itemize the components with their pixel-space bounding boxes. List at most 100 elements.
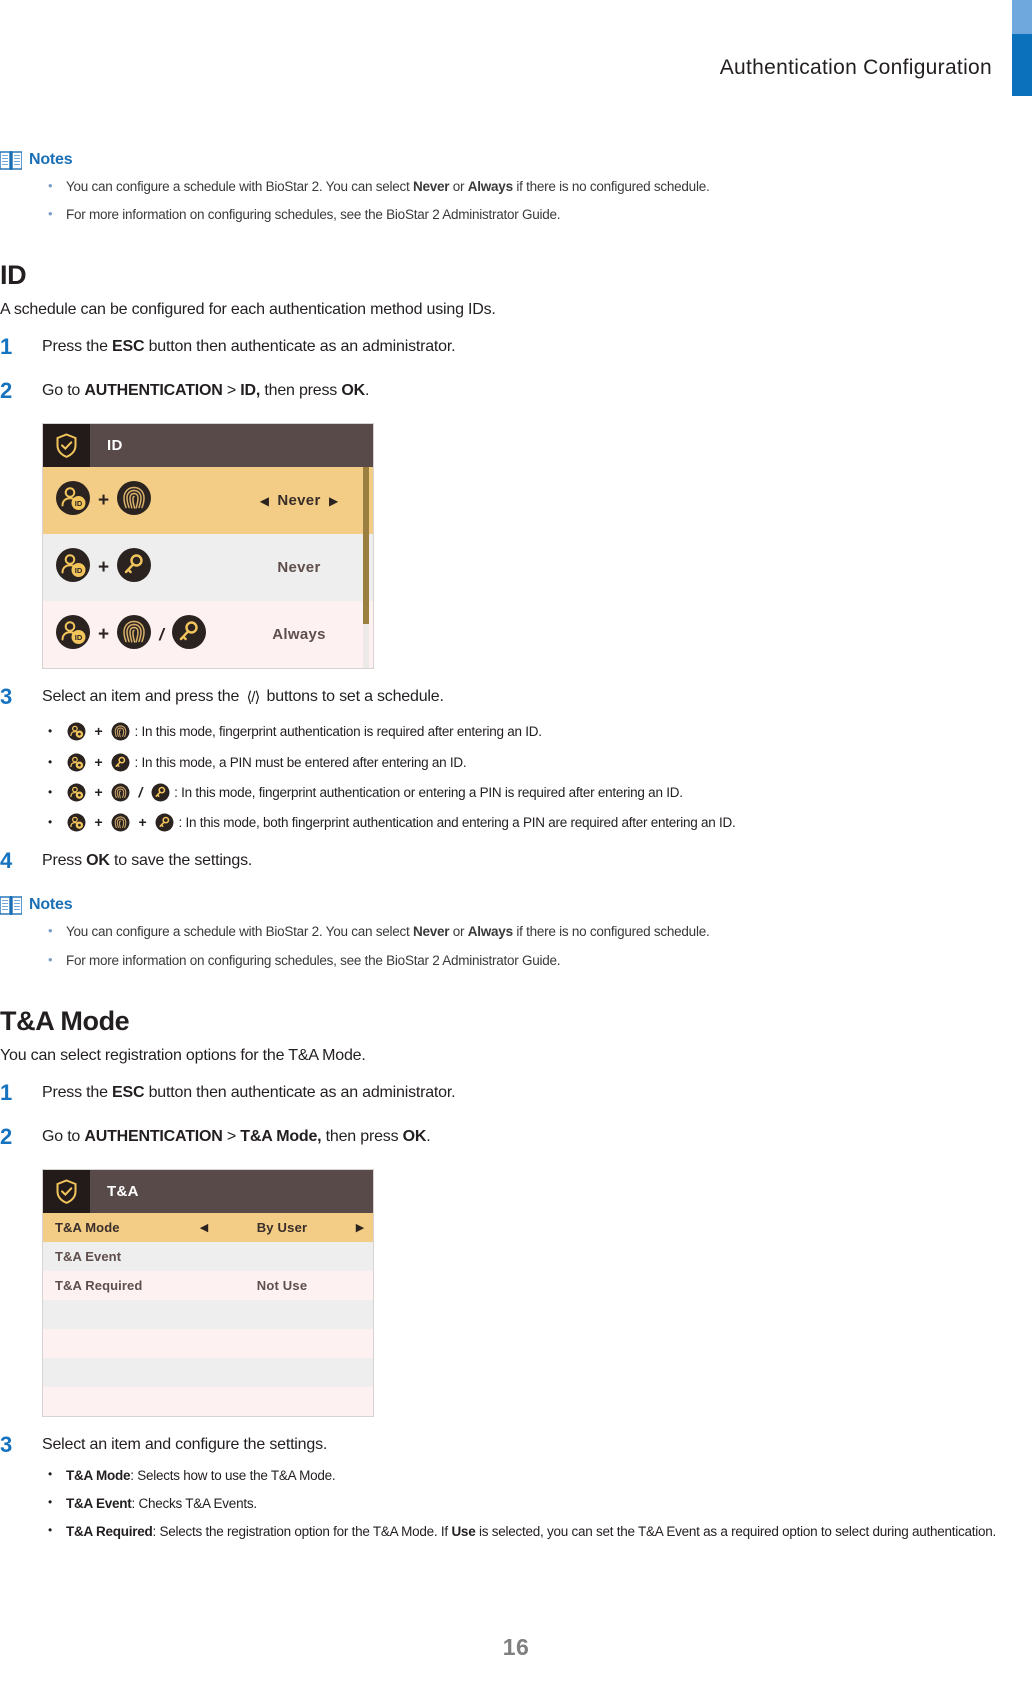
notes-header: Notes (0, 148, 1032, 172)
list-item: For more information on configuring sche… (0, 205, 1032, 224)
step-number: 2 (0, 378, 13, 404)
plus-operator: + (94, 783, 103, 800)
device-titlebar: ID (43, 424, 373, 468)
table-row[interactable]: T&A Event ◀ ▶ (43, 1241, 373, 1271)
bullet-text: : In this mode, fingerprint authenticati… (174, 784, 683, 800)
device-title-label: T&A (107, 1182, 139, 1200)
list-item: + : In this mode, fingerprint authentica… (0, 721, 1032, 742)
step-number: 3 (0, 684, 13, 710)
step-id-4: 4 Press OK to save the settings. (0, 848, 1032, 877)
row-value-area[interactable]: ◀ Never ▶ (225, 534, 373, 601)
list-item: You can configure a schedule with BioSta… (0, 922, 1032, 941)
list-item: T&A Mode: Selects how to use the T&A Mod… (0, 1466, 1032, 1485)
device-screenshot-ta: T&A T&A Mode ◀ By User ▶ T&A Event ◀ ▶ (42, 1168, 374, 1417)
header-accent-bar-light (1012, 0, 1032, 34)
step-number: 1 (0, 1079, 13, 1105)
chevron-right-icon[interactable]: ▶ (347, 1221, 373, 1234)
row-value-area[interactable]: ◀ Always ▶ (225, 601, 373, 668)
slash-operator: / (138, 783, 143, 800)
device-body-id: ID + ◀ Never ▶ ID + Never ID + / Always (43, 467, 373, 669)
step-text: Go to AUTHENTICATION > T&A Mode, then pr… (42, 1127, 431, 1145)
plus-operator: + (94, 753, 103, 770)
row-value: Never (277, 559, 321, 577)
step-number: 3 (0, 1431, 13, 1457)
left-right-arrow-icon: ⟨/⟩ (246, 689, 260, 707)
step-text: Press the ESC button then authenticate a… (42, 338, 456, 356)
step-text: Press the ESC button then authenticate a… (42, 1083, 456, 1101)
id-mode-bullet-list: + : In this mode, fingerprint authentica… (0, 721, 1032, 833)
svg-text:ID: ID (75, 567, 83, 576)
page-number: 16 (502, 1634, 530, 1660)
fingerprint-icon (111, 783, 130, 802)
plus-operator: + (98, 624, 110, 646)
row-value-area: ◀ ▶ (191, 1242, 373, 1271)
slash-operator: / (159, 625, 164, 645)
section-heading-id: ID (0, 260, 27, 291)
bullet-text: : In this mode, both fingerprint authent… (178, 815, 736, 831)
step-number: 4 (0, 848, 13, 874)
key-icon (116, 547, 152, 588)
step-text: Press OK to save the settings. (42, 852, 253, 870)
id-card-user-icon (67, 753, 86, 772)
chevron-right-icon[interactable]: ▶ (321, 494, 347, 508)
list-item: You can configure a schedule with BioSta… (0, 177, 1032, 196)
plus-operator: + (94, 814, 103, 831)
list-item: + / (0, 782, 1032, 803)
bullet-term: T&A Required (66, 1524, 153, 1540)
step-id-3: 3 Select an item and press the ⟨/⟩ butto… (0, 684, 1032, 713)
section-description-id: A schedule can be configured for each au… (0, 301, 496, 319)
chevron-left-icon[interactable]: ◀ (251, 494, 277, 508)
row-icons: ID + (55, 547, 152, 588)
list-item: T&A Required: Selects the registration o… (0, 1522, 1032, 1541)
chevron-left-icon[interactable]: ◀ (191, 1221, 217, 1234)
row-icons: ID + (55, 614, 207, 655)
table-row[interactable]: ID + ◀ Never (43, 534, 373, 602)
table-row[interactable]: T&A Mode ◀ By User ▶ (43, 1212, 373, 1242)
bullet-term: T&A Mode (66, 1467, 131, 1483)
fingerprint-icon (116, 480, 152, 521)
step-id-2: 2 Go to AUTHENTICATION > ID, then press … (0, 378, 1032, 407)
plus-operator: + (98, 557, 110, 579)
row-value-area[interactable]: ◀ By User ▶ (191, 1213, 373, 1242)
list-item: T&A Event: Checks T&A Events. (0, 1494, 1032, 1513)
table-row[interactable] (43, 1299, 373, 1329)
header-accent-bar-dark (1012, 34, 1032, 96)
bullet-text: : Checks T&A Events. (131, 1496, 258, 1512)
plus-operator: + (98, 490, 110, 512)
device-screenshot-id: ID ID + ◀ Never ▶ ID + Never ID + / Alwa… (42, 423, 374, 670)
notes-list-bottom: You can configure a schedule with BioSta… (0, 922, 1032, 970)
id-card-user-icon (67, 783, 86, 802)
bullet-text: : In this mode, a PIN must be entered af… (134, 754, 467, 770)
fingerprint-icon (116, 614, 152, 655)
scrollbar-thumb[interactable] (363, 467, 369, 625)
list-item: + : In this mode, a PIN must be entered … (0, 752, 1032, 773)
table-row[interactable] (43, 1357, 373, 1387)
list-item: For more information on configuring sche… (0, 951, 1032, 970)
fingerprint-icon (111, 722, 130, 741)
row-label: T&A Mode (55, 1219, 120, 1235)
page-header-title: Authentication Configuration (719, 56, 992, 79)
plus-operator: + (94, 723, 103, 740)
svg-text:ID: ID (75, 634, 83, 643)
notes-label: Notes (29, 896, 73, 914)
bullet-text: : Selects how to use the T&A Mode. (130, 1467, 336, 1483)
table-row[interactable]: ID + (43, 601, 373, 669)
step-ta-1: 1 Press the ESC button then authenticate… (0, 1079, 1032, 1109)
table-row[interactable]: ID + (43, 467, 373, 535)
shield-check-icon (43, 424, 90, 468)
step-ta-2: 2 Go to AUTHENTICATION > T&A Mode, then … (0, 1123, 1032, 1153)
bullet-text: : Selects the registration option for th… (152, 1524, 997, 1540)
list-item: + + (0, 812, 1032, 833)
table-row[interactable]: T&A Required ◀ Not Use ▶ (43, 1270, 373, 1300)
id-card-user-icon (67, 722, 86, 741)
step-number: 2 (0, 1123, 13, 1149)
table-row[interactable] (43, 1386, 373, 1416)
step-text: Select an item and press the ⟨/⟩ buttons… (42, 688, 444, 707)
table-row[interactable] (43, 1328, 373, 1358)
row-value-area[interactable]: ◀ Never ▶ (225, 467, 373, 534)
book-icon (0, 150, 22, 170)
section-heading-ta-mode: T&A Mode (0, 1005, 130, 1036)
notes-header: Notes (0, 893, 1032, 917)
bullet-text: : In this mode, fingerprint authenticati… (134, 724, 542, 740)
fingerprint-icon (111, 813, 130, 832)
